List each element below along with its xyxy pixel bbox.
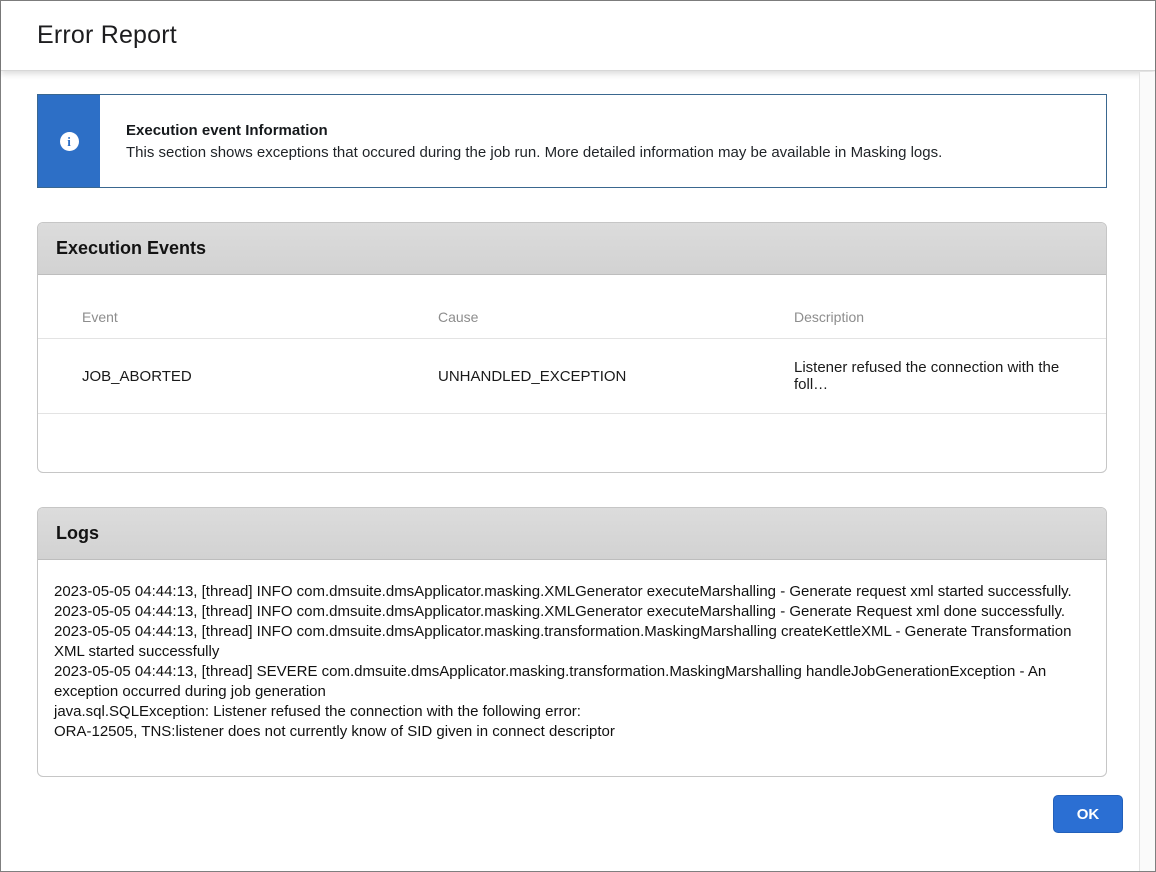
vertical-scrollbar[interactable] (1139, 72, 1155, 871)
cell-description: Listener refused the connection with the… (750, 339, 1106, 414)
info-icon: i (60, 132, 79, 151)
error-report-dialog: { "dialog": { "title": "Error Report", "… (0, 0, 1156, 872)
info-icon-block: i (38, 95, 100, 187)
logs-panel: Logs 2023-05-05 04:44:13, [thread] INFO … (37, 507, 1107, 777)
log-line: 2023-05-05 04:44:13, [thread] INFO com.d… (54, 602, 1080, 622)
cell-cause: UNHANDLED_EXCEPTION (394, 339, 750, 414)
column-header-description: Description (750, 275, 1106, 339)
log-line: java.sql.SQLException: Listener refused … (54, 702, 1080, 722)
dialog-content: i Execution event Information This secti… (1, 72, 1139, 871)
column-header-cause: Cause (394, 275, 750, 339)
dialog-header: Error Report (1, 1, 1155, 71)
execution-events-panel-title: Execution Events (56, 238, 206, 258)
table-spacer (38, 414, 1106, 472)
info-banner-text: Execution event Information This section… (100, 95, 964, 187)
log-line: 2023-05-05 04:44:13, [thread] INFO com.d… (54, 582, 1080, 602)
info-banner-body: This section shows exceptions that occur… (126, 144, 942, 161)
ok-button[interactable]: OK (1053, 795, 1123, 833)
dialog-footer: OK (37, 795, 1123, 833)
execution-events-table: Event Cause Description JOB_ABORTED UNHA… (38, 275, 1106, 414)
execution-events-panel-body: Event Cause Description JOB_ABORTED UNHA… (38, 275, 1106, 472)
logs-panel-body: 2023-05-05 04:44:13, [thread] INFO com.d… (38, 560, 1106, 776)
execution-events-panel: Execution Events Event Cause Description… (37, 222, 1107, 473)
log-line: 2023-05-05 04:44:13, [thread] SEVERE com… (54, 662, 1080, 702)
info-banner-heading: Execution event Information (126, 122, 942, 139)
logs-panel-header: Logs (38, 508, 1106, 560)
logs-panel-title: Logs (56, 523, 99, 543)
table-row: JOB_ABORTED UNHANDLED_EXCEPTION Listener… (38, 339, 1106, 414)
cell-event: JOB_ABORTED (38, 339, 394, 414)
log-line: 2023-05-05 04:44:13, [thread] INFO com.d… (54, 622, 1080, 662)
page-title: Error Report (37, 21, 177, 50)
log-line: ORA-12505, TNS:listener does not current… (54, 722, 1080, 742)
column-header-event: Event (38, 275, 394, 339)
info-banner: i Execution event Information This secti… (37, 94, 1107, 188)
table-header-row: Event Cause Description (38, 275, 1106, 339)
execution-events-panel-header: Execution Events (38, 223, 1106, 275)
